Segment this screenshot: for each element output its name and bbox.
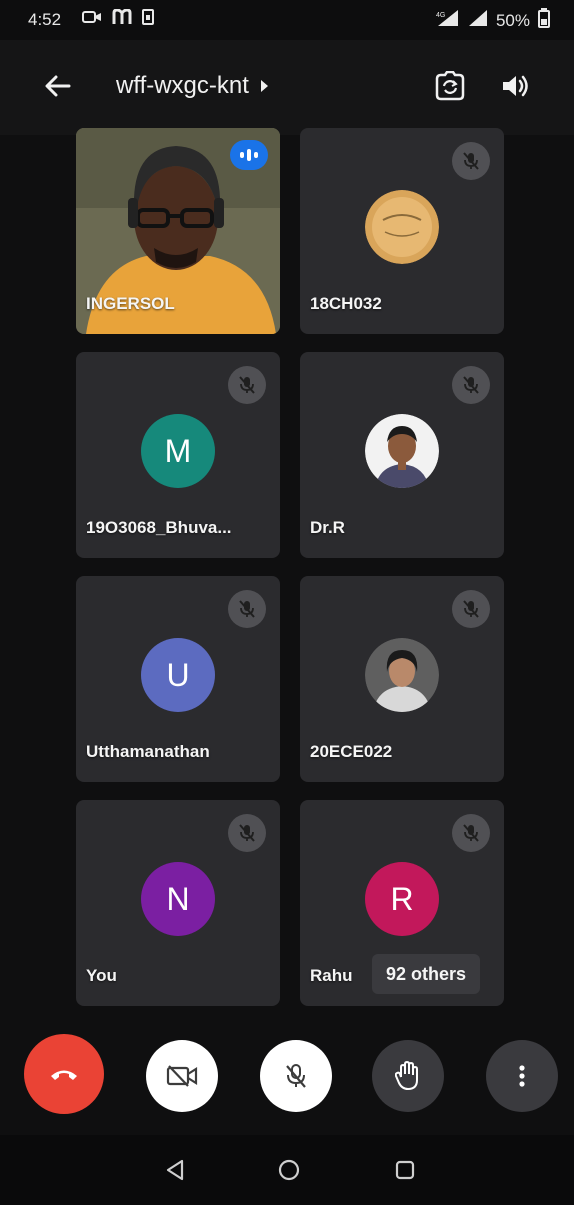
nav-back-button[interactable] — [160, 1155, 190, 1185]
raise-hand-button[interactable] — [372, 1040, 444, 1112]
call-header: wff-wxgc-knt — [0, 40, 574, 135]
status-time: 4:52 — [28, 10, 62, 29]
mic-muted-badge — [228, 366, 266, 404]
participant-name: 20ECE022 — [310, 742, 393, 761]
participant-name: 18CH032 — [310, 294, 382, 313]
speaker-button[interactable] — [496, 66, 536, 106]
mic-muted-badge — [452, 814, 490, 852]
mic-muted-badge — [228, 814, 266, 852]
svg-text:4G: 4G — [436, 12, 445, 19]
chevron-right-icon — [260, 80, 268, 92]
nav-recents-button[interactable] — [390, 1155, 420, 1185]
mic-muted-badge — [452, 590, 490, 628]
participant-avatar: U — [141, 638, 215, 712]
mic-off-icon — [239, 824, 255, 842]
participant-name: Rahu — [310, 966, 353, 985]
signal-icon — [468, 9, 488, 32]
participant-photo — [365, 638, 439, 712]
participant-name: You — [86, 966, 117, 985]
camera-off-icon — [166, 1065, 198, 1087]
mic-off-icon — [463, 600, 479, 618]
android-nav-bar — [0, 1135, 574, 1205]
participant-tile[interactable]: 18CH032 — [300, 128, 504, 334]
others-count-chip[interactable]: 92 others — [372, 954, 481, 994]
mic-off-button[interactable] — [260, 1040, 332, 1112]
back-arrow-icon — [45, 75, 71, 97]
mic-off-icon — [286, 1064, 306, 1088]
participant-tile[interactable]: N You — [76, 800, 280, 1006]
end-call-button[interactable] — [24, 1034, 104, 1114]
mic-muted-badge — [228, 590, 266, 628]
call-controls — [0, 1034, 574, 1120]
battery-icon — [538, 8, 550, 33]
sim-icon — [142, 9, 154, 30]
participant-name: 19O3068_Bhuva... — [86, 518, 232, 537]
participant-name: INGERSOL — [86, 294, 175, 313]
more-options-button[interactable] — [486, 1040, 558, 1112]
phone-hangup-icon — [51, 1070, 77, 1080]
participant-tile[interactable]: INGERSOL — [76, 128, 280, 334]
participant-avatar: N — [141, 862, 215, 936]
mic-muted-badge — [452, 142, 490, 180]
battery-percent: 50% — [495, 10, 530, 30]
speaker-icon — [503, 75, 528, 97]
m-app-icon — [112, 8, 132, 30]
back-triangle-icon — [166, 1159, 184, 1181]
recents-square-icon — [395, 1160, 415, 1180]
participant-tile[interactable]: M 19O3068_Bhuva... — [76, 352, 280, 558]
switch-camera-button[interactable] — [430, 66, 470, 106]
participant-photo — [365, 414, 439, 488]
participant-avatar: R — [365, 862, 439, 936]
speaking-indicator — [230, 140, 268, 170]
participant-name: Utthamanathan — [86, 742, 210, 761]
meeting-code-text: wff-wxgc-knt — [116, 72, 249, 99]
participant-photo — [365, 190, 439, 264]
status-notification-icons — [82, 8, 154, 30]
nav-home-button[interactable] — [274, 1155, 304, 1185]
more-vert-icon — [519, 1065, 525, 1087]
participant-tile[interactable]: 20ECE022 — [300, 576, 504, 782]
switch-camera-icon — [435, 71, 465, 101]
participant-name: Dr.R — [310, 518, 345, 537]
mic-off-icon — [463, 824, 479, 842]
meeting-code-button[interactable]: wff-wxgc-knt — [116, 72, 269, 100]
participant-avatar: M — [141, 414, 215, 488]
back-button[interactable] — [40, 68, 76, 104]
status-right-icons: 4G 50% — [436, 8, 550, 33]
raise-hand-icon — [395, 1061, 418, 1090]
camera-off-button[interactable] — [146, 1040, 218, 1112]
status-bar: 4:52 4G 50% — [0, 0, 574, 40]
4g-signal-icon: 4G — [436, 9, 460, 32]
mic-off-icon — [463, 152, 479, 170]
mic-off-icon — [239, 376, 255, 394]
mic-off-icon — [239, 600, 255, 618]
participant-tile[interactable]: Dr.R — [300, 352, 504, 558]
participant-tile[interactable]: U Utthamanathan — [76, 576, 280, 782]
mic-muted-badge — [452, 366, 490, 404]
home-circle-icon — [278, 1159, 300, 1181]
mic-off-icon — [463, 376, 479, 394]
participant-tile[interactable]: R Rahu 92 others — [300, 800, 504, 1006]
video-camera-icon — [82, 10, 102, 29]
